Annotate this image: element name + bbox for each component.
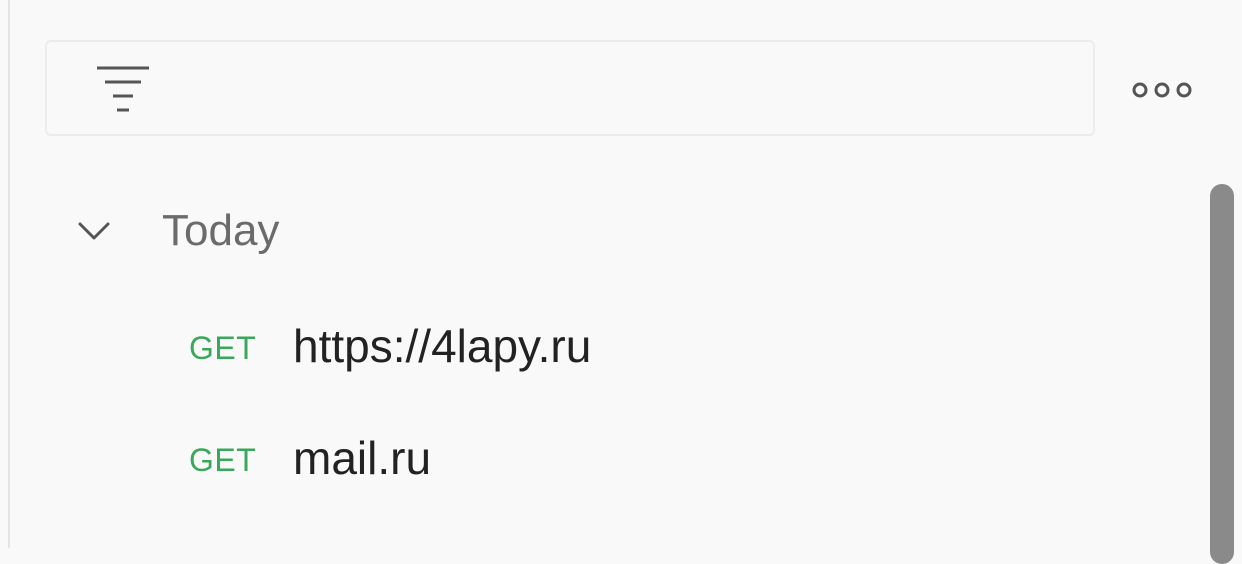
history-panel: Today GET https://4lapy.ru GET mail.ru xyxy=(0,0,1242,564)
chevron-down-icon[interactable] xyxy=(74,216,114,246)
filter-icon[interactable] xyxy=(93,64,153,116)
scrollbar[interactable] xyxy=(1210,184,1234,564)
history-item[interactable]: GET https://4lapy.ru xyxy=(185,306,1135,386)
request-url: mail.ru xyxy=(293,432,432,484)
filter-input[interactable] xyxy=(45,40,1095,136)
request-method: GET xyxy=(189,330,257,366)
group-label: Today xyxy=(162,206,280,255)
history-group-today[interactable]: Today xyxy=(70,196,670,266)
history-item[interactable]: GET mail.ru xyxy=(185,418,1135,498)
panel-divider xyxy=(8,0,10,548)
more-options-icon[interactable] xyxy=(1126,70,1198,110)
request-url: https://4lapy.ru xyxy=(293,320,592,372)
request-method: GET xyxy=(189,442,257,478)
